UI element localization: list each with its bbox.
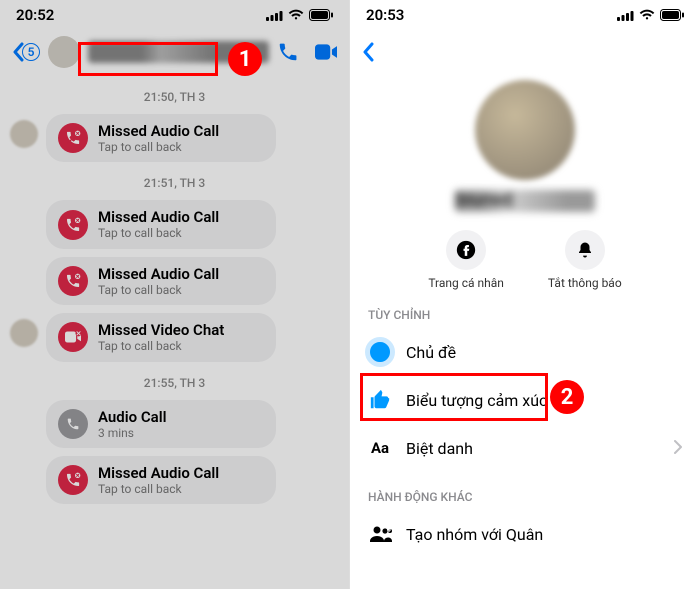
profile-action-mute[interactable]: Tắt thông báo xyxy=(548,230,622,290)
back-unread-badge: 5 xyxy=(22,43,40,61)
missed-audio-icon xyxy=(58,266,88,296)
signal-icon xyxy=(266,10,283,21)
call-entry[interactable]: Missed Audio Call Tap to call back xyxy=(0,253,349,309)
audio-call-icon xyxy=(58,409,88,439)
call-subtitle: Tap to call back xyxy=(98,283,219,297)
wifi-icon xyxy=(288,9,304,21)
annotation-box-2 xyxy=(360,373,548,421)
status-time: 20:52 xyxy=(16,6,54,24)
chevron-right-icon xyxy=(674,439,682,458)
call-subtitle: Tap to call back xyxy=(98,482,219,496)
profile-action-label: Trang cá nhân xyxy=(428,276,504,290)
profile-screen: 20:53 [blurred] Trang cá nhân xyxy=(350,0,700,589)
profile-body: [blurred] Trang cá nhân Tắt thông báo TÙ… xyxy=(350,74,700,558)
call-entry[interactable]: Audio Call 3 mins xyxy=(0,396,349,452)
bell-icon xyxy=(565,230,605,270)
call-subtitle: Tap to call back xyxy=(98,339,224,353)
chevron-left-icon xyxy=(362,42,374,62)
section-customize-label: TÙY CHỈNH xyxy=(350,290,700,328)
status-bar: 20:53 xyxy=(350,0,700,30)
profile-header xyxy=(350,30,700,74)
missed-audio-icon xyxy=(58,123,88,153)
video-call-icon[interactable] xyxy=(315,41,337,63)
call-entry[interactable]: Missed Video Chat Tap to call back xyxy=(0,309,349,365)
annotation-box-1 xyxy=(78,42,218,76)
sender-avatar xyxy=(10,319,38,347)
missed-audio-icon xyxy=(58,465,88,495)
contact-avatar[interactable] xyxy=(48,36,80,68)
facebook-icon xyxy=(446,230,486,270)
call-subtitle: 3 mins xyxy=(98,426,167,440)
signal-icon xyxy=(617,10,634,21)
status-time: 20:53 xyxy=(366,6,404,24)
battery-icon xyxy=(660,9,684,21)
back-button[interactable] xyxy=(362,42,374,62)
profile-action-label: Tắt thông báo xyxy=(548,276,622,290)
sender-avatar xyxy=(10,120,38,148)
annotation-marker-1: 1 xyxy=(228,42,262,76)
group-icon xyxy=(368,522,392,546)
time-divider: 21:55, TH 3 xyxy=(0,376,349,390)
call-title: Missed Video Chat xyxy=(98,321,224,339)
row-nickname[interactable]: Aa Biệt danh xyxy=(350,424,700,472)
audio-call-icon[interactable] xyxy=(277,41,299,63)
call-subtitle: Tap to call back xyxy=(98,226,219,240)
profile-name: [blurred] xyxy=(455,190,595,212)
call-title: Missed Audio Call xyxy=(98,208,219,226)
wifi-icon xyxy=(639,9,655,21)
row-label: Chủ đề xyxy=(406,343,456,362)
call-entry[interactable]: Missed Audio Call Tap to call back xyxy=(0,110,349,166)
profile-action-page[interactable]: Trang cá nhân xyxy=(428,230,504,290)
call-title: Missed Audio Call xyxy=(98,265,219,283)
missed-audio-icon xyxy=(58,210,88,240)
call-entry[interactable]: Missed Audio Call Tap to call back xyxy=(0,196,349,252)
row-label: Tạo nhóm với Quân xyxy=(406,525,543,544)
call-title: Audio Call xyxy=(98,408,167,426)
status-indicators xyxy=(617,9,684,21)
call-title: Missed Audio Call xyxy=(98,122,219,140)
row-label: Biệt danh xyxy=(406,439,473,458)
theme-icon xyxy=(368,340,392,364)
battery-icon xyxy=(309,9,333,21)
missed-video-icon xyxy=(58,322,88,352)
profile-actions: Trang cá nhân Tắt thông báo xyxy=(428,230,621,290)
row-create-group[interactable]: Tạo nhóm với Quân xyxy=(350,510,700,558)
text-icon: Aa xyxy=(368,436,392,460)
call-entry[interactable]: Missed Audio Call Tap to call back xyxy=(0,452,349,508)
profile-avatar[interactable] xyxy=(475,80,575,180)
time-divider: 21:50, TH 3 xyxy=(0,90,349,104)
section-other-label: HÀNH ĐỘNG KHÁC xyxy=(350,472,700,510)
call-title: Missed Audio Call xyxy=(98,464,219,482)
chat-screen: 20:52 5 [blurred] 21:50, TH 3 xyxy=(0,0,350,589)
call-subtitle: Tap to call back xyxy=(98,140,219,154)
annotation-marker-2: 2 xyxy=(550,380,584,414)
back-button[interactable]: 5 xyxy=(12,42,40,62)
chat-body[interactable]: 21:50, TH 3 Missed Audio Call Tap to cal… xyxy=(0,74,349,514)
time-divider: 21:51, TH 3 xyxy=(0,176,349,190)
status-indicators xyxy=(266,9,333,21)
status-bar: 20:52 xyxy=(0,0,349,30)
row-theme[interactable]: Chủ đề xyxy=(350,328,700,376)
